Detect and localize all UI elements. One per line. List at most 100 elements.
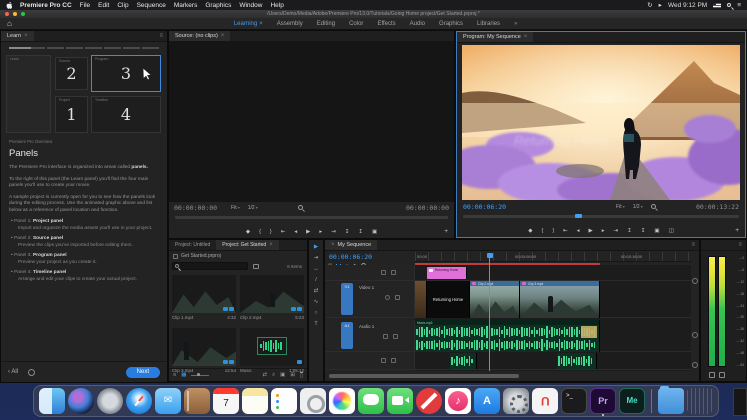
background-window[interactable] — [733, 388, 747, 416]
close-icon[interactable]: × — [331, 242, 335, 248]
timeline-ruler[interactable]: 00:00 00:00:08:00 00:00:16:00 — [415, 252, 691, 262]
go-to-out-icon[interactable]: ⇥ — [331, 229, 336, 235]
mark-out-icon[interactable]: } — [270, 229, 272, 235]
dock-safari-icon[interactable] — [126, 388, 152, 414]
zoom-window-button[interactable] — [21, 12, 25, 16]
settings-wrench-icon[interactable] — [650, 204, 656, 209]
mark-out-icon[interactable]: } — [552, 228, 554, 234]
replay-icon[interactable] — [28, 368, 36, 376]
track-select-forward-tool-icon[interactable]: ⇥ — [314, 255, 319, 261]
slip-tool-icon[interactable]: ⇄ — [314, 288, 319, 294]
automate-to-sequence-icon[interactable]: ⇄ — [262, 372, 267, 378]
mark-in-icon[interactable]: { — [541, 228, 543, 234]
source-viewer[interactable] — [169, 42, 454, 202]
workspace-tab-editing[interactable]: Editing — [317, 21, 335, 27]
scrollbar-knob[interactable] — [692, 362, 698, 368]
add-marker-icon[interactable]: ◆ — [528, 228, 532, 234]
button-editor-plus-icon[interactable]: + — [444, 228, 448, 235]
track-name[interactable]: Audio 1 — [359, 324, 374, 329]
timeline-title-clip[interactable]: Returning Home — [427, 281, 470, 318]
timeline-audio-clip[interactable] — [450, 353, 477, 369]
panel-menu-icon[interactable]: ≡ — [687, 240, 699, 250]
dock-photos-icon[interactable] — [329, 388, 355, 414]
pen-tool-icon[interactable]: ∿ — [314, 299, 319, 305]
icon-view-icon[interactable]: ▦ — [181, 372, 186, 378]
step-back-icon[interactable]: ◂ — [577, 228, 580, 234]
close-icon[interactable]: × — [269, 242, 273, 248]
menu-markers[interactable]: Markers — [174, 2, 197, 9]
comparison-view-icon[interactable]: ◫ — [669, 228, 674, 234]
program-resolution-dropdown[interactable]: 1/2 — [633, 204, 643, 210]
timeline-playhead-timecode[interactable]: 00:00:06:20 — [329, 253, 372, 261]
timeline-audio-clip[interactable] — [557, 353, 597, 369]
play-icon[interactable]: ▶ — [306, 229, 310, 235]
menu-help[interactable]: Help — [270, 2, 283, 9]
list-view-icon[interactable]: ≡ — [173, 372, 176, 378]
source-patch-a1[interactable]: A1 — [341, 322, 353, 349]
extract-icon[interactable]: ↧ — [641, 228, 646, 234]
dock-notes-icon[interactable] — [242, 388, 268, 414]
track-lock-icon[interactable] — [395, 295, 400, 300]
track-lock-icon[interactable] — [391, 270, 396, 275]
solo-in-place-icon[interactable] — [709, 372, 715, 378]
workspace-tab-graphics[interactable]: Graphics — [439, 21, 463, 27]
dock-mail-icon[interactable]: ✉ — [155, 388, 181, 414]
dock-keychain-access-icon[interactable] — [300, 388, 326, 414]
step-back-icon[interactable]: ◂ — [294, 229, 297, 235]
track-toggle-icon[interactable] — [381, 270, 386, 275]
close-icon[interactable]: × — [24, 33, 28, 39]
project-search-input[interactable] — [172, 262, 248, 270]
project-get-started-tab[interactable]: Project: Get Started × — [216, 240, 279, 250]
dock-trash-icon[interactable] — [687, 388, 713, 414]
track-header-v2[interactable] — [325, 265, 415, 281]
window-title-bar[interactable]: /Users/Demo/Media/Adobe/Premiere Pro/13.… — [0, 10, 747, 18]
play-icon[interactable]: ▶ — [589, 228, 593, 234]
workspace-overflow-chevron[interactable]: » — [514, 21, 517, 27]
all-lessons-button[interactable]: All — [8, 369, 18, 375]
export-frame-icon[interactable]: ▣ — [654, 228, 659, 234]
dock-contacts-icon[interactable] — [184, 388, 210, 414]
timeline-sequence-tab[interactable]: × My Sequence — [325, 240, 378, 250]
dock-calendar-icon[interactable]: 7 — [213, 388, 239, 414]
timeline-horizontal-scrollbar[interactable] — [329, 374, 519, 378]
insert-icon[interactable]: ↧ — [345, 229, 350, 235]
overwrite-icon[interactable]: ↥ — [358, 229, 363, 235]
timeline-video-clip[interactable]: Clip 2.mp4 — [470, 281, 520, 318]
dock-launchpad-icon[interactable] — [97, 388, 123, 414]
sync-icon[interactable]: ↻ — [647, 1, 652, 9]
timeline-tracks-area[interactable]: Returning Home Returning Home Clip 2.mp4… — [415, 253, 691, 371]
ripple-edit-tool-icon[interactable]: ↔ — [313, 266, 319, 272]
mark-in-icon[interactable]: { — [259, 229, 261, 235]
step-forward-icon[interactable]: ▸ — [319, 229, 322, 235]
minimize-window-button[interactable] — [13, 12, 17, 16]
dock-siri-icon[interactable] — [68, 388, 94, 414]
close-icon[interactable]: × — [221, 33, 225, 39]
menu-sequence[interactable]: Sequence — [137, 2, 166, 9]
go-to-in-icon[interactable]: ⇤ — [563, 228, 568, 234]
project-breadcrumb[interactable]: Get Started.prproj — [181, 253, 221, 259]
workspace-tab-assembly[interactable]: Assembly — [277, 21, 303, 27]
panel-menu-icon[interactable]: ≡ — [734, 240, 746, 250]
toggle-track-output-eye-icon[interactable] — [385, 295, 390, 300]
menu-window[interactable]: Window — [239, 2, 262, 9]
program-video-preview[interactable]: Returning Home — [457, 45, 745, 207]
scrollbar-knob[interactable] — [692, 278, 698, 284]
mute-track-icon[interactable] — [383, 334, 388, 339]
workspace-tab-learning[interactable]: Learning × — [234, 21, 263, 27]
menu-clip[interactable]: Clip — [117, 2, 128, 9]
dock-media-encoder-icon[interactable]: Me — [619, 388, 645, 414]
workspace-tab-color[interactable]: Color — [349, 21, 363, 27]
new-search-bin-icon[interactable] — [253, 264, 259, 269]
meter-settings-icon[interactable] — [719, 372, 725, 378]
panel-menu-icon[interactable]: ≡ — [155, 31, 167, 41]
source-fit-dropdown[interactable]: Fit — [231, 205, 240, 211]
track-name[interactable]: Video 1 — [359, 285, 374, 290]
workspace-tab-audio[interactable]: Audio — [410, 21, 425, 27]
project-clip-2[interactable]: Clip 2.mp4 5:23 — [240, 275, 304, 320]
workspace-tab-libraries[interactable]: Libraries — [477, 21, 500, 27]
source-resolution-dropdown[interactable]: 1/2 — [248, 205, 258, 211]
home-icon[interactable]: ⌂ — [7, 19, 12, 28]
button-editor-plus-icon[interactable]: + — [735, 227, 739, 234]
notification-center-icon[interactable]: ≡ — [737, 2, 741, 9]
selection-tool-icon[interactable]: ▶ — [314, 244, 318, 250]
